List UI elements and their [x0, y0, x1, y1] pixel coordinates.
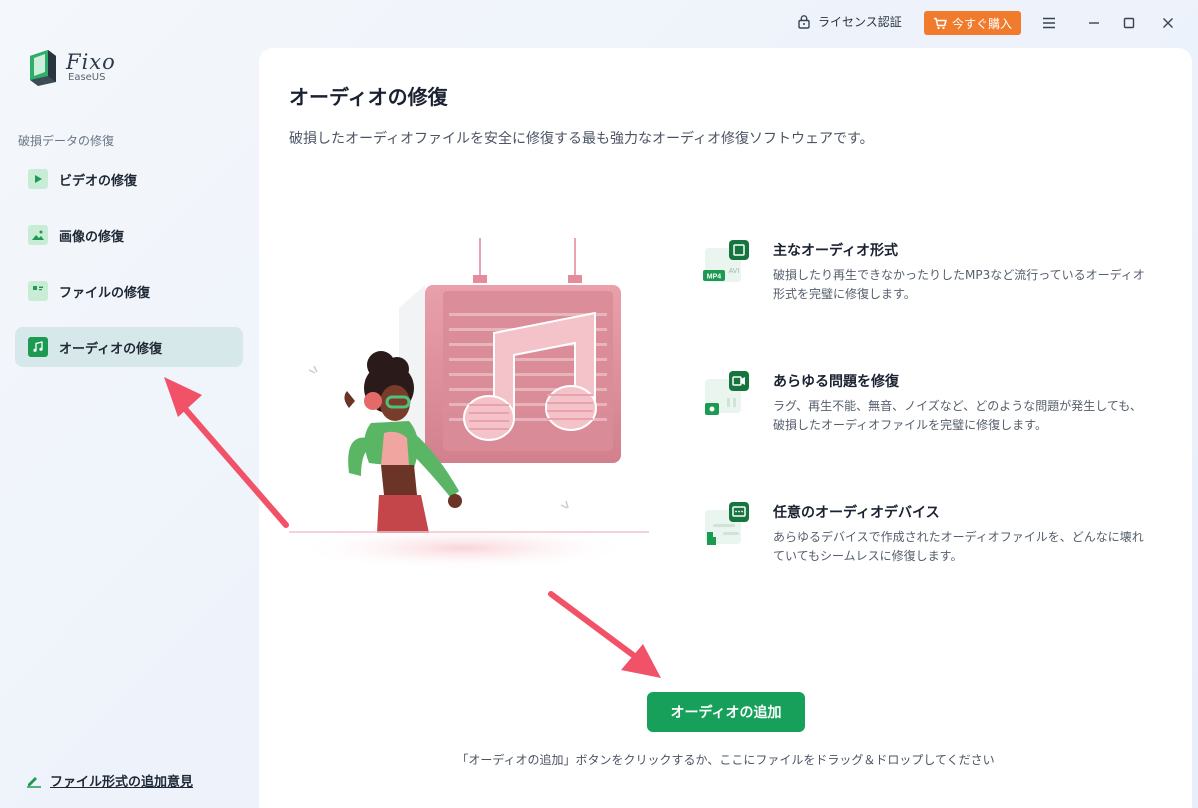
format-feedback-link[interactable]: ファイル形式の追加意見	[26, 771, 193, 790]
feature-title: 主なオーディオ形式	[773, 243, 899, 259]
sidebar-item-label: ビデオの修復	[59, 173, 138, 189]
device-icon	[701, 502, 749, 550]
buy-now-label: 今すぐ購入	[951, 16, 1012, 31]
maximize-button[interactable]	[1116, 10, 1142, 36]
feature-fix-all-problems: あらゆる問題を修復 ラグ、再生不能、無音、ノイズなど、どのような問題が発生しても…	[701, 371, 1161, 441]
page-subtitle: 破損したオーディオファイルを安全に修復する最も強力なオーディオ修復ソフトウェアで…	[289, 131, 874, 147]
feature-desc: 破損したり再生できなかったりしたMP3など流行っているオーディオ形式を完璧に修復…	[773, 268, 1145, 301]
license-button[interactable]: ライセンス認証	[797, 13, 902, 30]
feature-title: 任意のオーディオデバイス	[773, 505, 940, 521]
add-audio-button[interactable]: オーディオの追加	[647, 692, 805, 732]
annotation-arrow-sidebar	[150, 365, 295, 535]
format-feedback-label: ファイル形式の追加意見	[50, 775, 194, 790]
license-label: ライセンス認証	[818, 15, 902, 29]
video-play-icon	[28, 169, 48, 189]
lock-icon	[797, 14, 811, 29]
minimize-icon	[1088, 17, 1100, 29]
feature-desc: ラグ、再生不能、無音、ノイズなど、どのような問題が発生しても、破損したオーディオ…	[773, 399, 1142, 432]
feature-desc: あらゆるデバイスで作成されたオーディオファイルを、どんなに壊れていてもシームレス…	[773, 530, 1144, 563]
sidebar-item-file-repair[interactable]: ファイルの修復	[15, 271, 243, 311]
audio-formats-icon: MP4 AVI	[701, 240, 749, 288]
minimize-button[interactable]	[1081, 10, 1107, 36]
pencil-icon	[26, 774, 42, 788]
sidebar-section-label: 破損データの修復	[18, 134, 115, 148]
sidebar-item-audio-repair[interactable]: オーディオの修復	[15, 327, 243, 367]
brand-name: Fixo	[66, 49, 116, 74]
sidebar-item-label: オーディオの修復	[59, 341, 163, 357]
music-note-icon	[28, 337, 48, 357]
cart-icon	[933, 17, 947, 30]
sidebar-item-video-repair[interactable]: ビデオの修復	[15, 159, 243, 199]
feature-audio-formats: MP4 AVI 主なオーディオ形式 破損したり再生できなかったりしたMP3など流…	[701, 240, 1161, 310]
drag-drop-hint: 「オーディオの追加」ボタンをクリックするか、ここにファイルをドラッグ＆ドロップし…	[456, 753, 995, 767]
audio-repair-illustration	[289, 233, 659, 573]
hamburger-icon	[1042, 17, 1056, 29]
fixo-logo-icon	[26, 46, 60, 88]
video-fix-icon	[701, 371, 749, 419]
sidebar-item-label: ファイルの修復	[59, 285, 151, 301]
annotation-arrow-add-button	[545, 588, 670, 688]
close-icon	[1162, 17, 1174, 29]
maximize-icon	[1123, 17, 1135, 29]
buy-now-button[interactable]: 今すぐ購入	[924, 11, 1021, 35]
feature-any-device: 任意のオーディオデバイス あらゆるデバイスで作成されたオーディオファイルを、どん…	[701, 502, 1161, 572]
sidebar-item-image-repair[interactable]: 画像の修復	[15, 215, 243, 255]
page-title: オーディオの修復	[289, 85, 448, 109]
close-button[interactable]	[1155, 10, 1181, 36]
title-bar: ライセンス認証 今すぐ購入	[0, 0, 1198, 46]
sidebar-item-label: 画像の修復	[59, 229, 125, 245]
menu-button[interactable]	[1036, 10, 1062, 36]
image-icon	[28, 225, 48, 245]
avi-badge: AVI	[729, 268, 740, 275]
mp4-badge: MP4	[707, 274, 722, 281]
document-icon	[28, 281, 48, 301]
feature-title: あらゆる問題を修復	[773, 374, 899, 390]
main-panel: オーディオの修復 破損したオーディオファイルを安全に修復する最も強力なオーディオ…	[259, 48, 1192, 808]
app-logo: Fixo EaseUS	[26, 46, 116, 88]
